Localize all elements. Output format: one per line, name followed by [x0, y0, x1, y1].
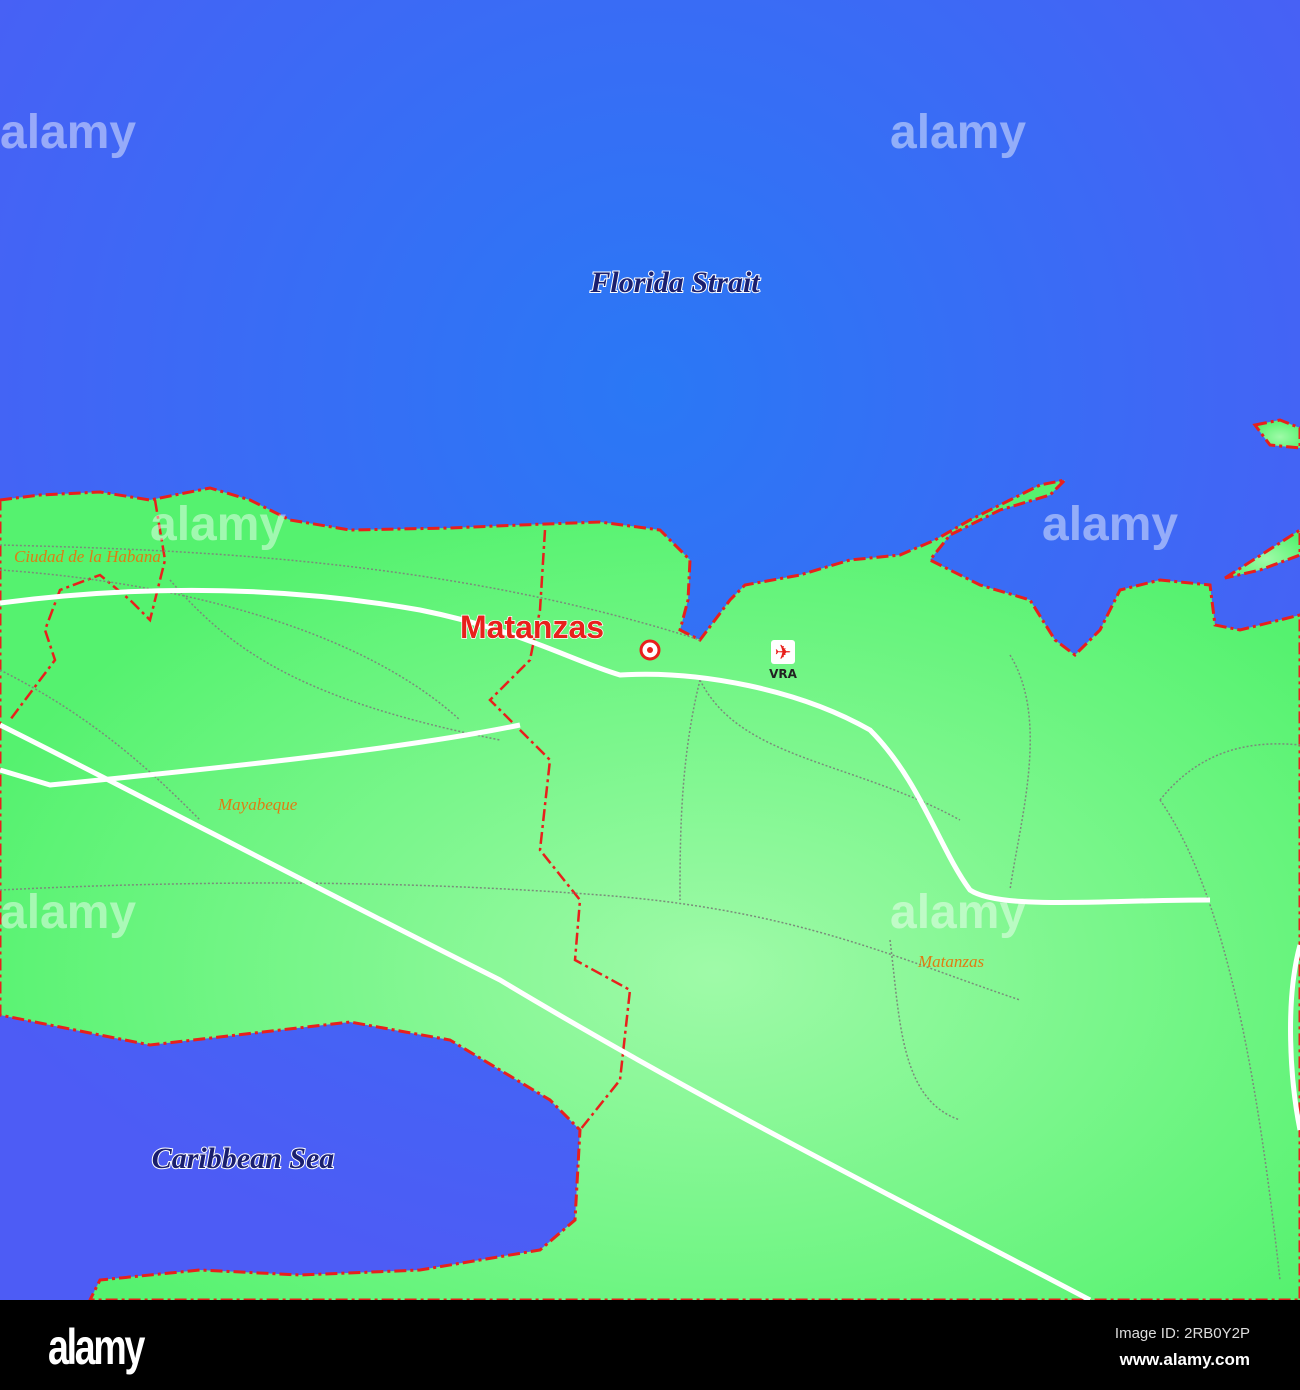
city-label: Matanzas [460, 609, 604, 645]
image-id: Image ID: 2RB0Y2P [1114, 1325, 1250, 1342]
airplane-icon: ✈ [775, 642, 792, 664]
site-link[interactable]: www.alamy.com [1120, 1350, 1250, 1370]
airport-marker[interactable]: ✈ VRA [769, 640, 798, 681]
svg-text:alamy: alamy [890, 886, 1026, 939]
city-marker-matanzas[interactable] [639, 639, 661, 661]
footer: alamy Image ID: 2RB0Y2P www.alamy.com [0, 1300, 1300, 1390]
region-label-mayabeque: Mayabeque [217, 795, 298, 814]
region-label-matanzas: Matanzas [917, 952, 985, 971]
svg-text:alamy: alamy [1042, 498, 1178, 551]
svg-text:alamy: alamy [0, 886, 136, 939]
water-label-florida-strait: Florida Strait [589, 266, 761, 299]
alamy-logo[interactable]: alamy [48, 1318, 145, 1376]
region-label-habana: Ciudad de la Habana [14, 547, 161, 566]
svg-text:alamy: alamy [0, 106, 136, 159]
water-label-caribbean-sea: Caribbean Sea [152, 1142, 335, 1175]
map[interactable]: Matanzas ✈ VRA Florida Strait Caribbean … [0, 0, 1300, 1300]
svg-text:alamy: alamy [150, 498, 286, 551]
airport-code: VRA [769, 667, 798, 681]
svg-text:alamy: alamy [890, 106, 1026, 159]
